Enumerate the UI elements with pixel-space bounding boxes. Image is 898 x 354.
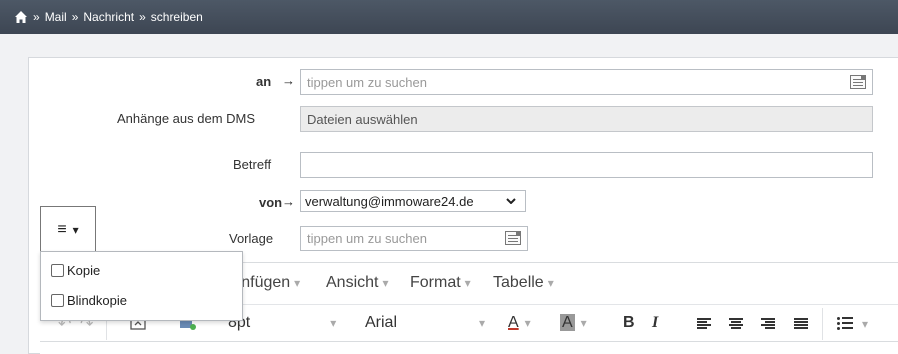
breadcrumb: » Mail » Nachricht » schreiben	[14, 9, 203, 25]
hamburger-icon: ≡	[57, 221, 67, 238]
menu-format[interactable]: Format ▾	[410, 274, 471, 292]
to-input[interactable]: tippen um zu suchen	[300, 69, 873, 95]
template-input[interactable]: tippen um zu suchen	[300, 226, 528, 251]
editor-body[interactable]	[40, 342, 898, 354]
attachments-select-button[interactable]: Dateien auswählen	[300, 106, 873, 132]
template-label: Vorlage	[229, 231, 274, 246]
address-book-icon[interactable]	[850, 75, 866, 89]
breadcrumb-separator: »	[139, 10, 146, 24]
to-input-placeholder: tippen um zu suchen	[307, 74, 427, 90]
cc-toggle-button[interactable]: ≡ ▾	[40, 206, 96, 254]
align-right-icon[interactable]	[761, 318, 775, 330]
to-arrow-icon: →	[282, 73, 295, 88]
text-color-button[interactable]: A ▾	[508, 314, 531, 332]
attachments-select-label: Dateien auswählen	[307, 111, 418, 127]
breadcrumb-separator: »	[33, 10, 40, 24]
home-icon[interactable]	[14, 10, 28, 24]
breadcrumb-separator: »	[71, 10, 79, 24]
menu-tabelle[interactable]: Tabelle ▾	[493, 274, 554, 292]
cc-dropdown-menu: Kopie Blindkopie	[40, 251, 243, 321]
font-size-select[interactable]: 8pt ▾	[228, 314, 336, 332]
from-select-value: verwaltung@immoware24.de	[305, 193, 474, 209]
background-color-button[interactable]: A ▾	[560, 314, 587, 332]
blindkopie-label: Blindkopie	[67, 293, 127, 308]
kopie-checkbox[interactable]	[51, 264, 64, 277]
align-center-icon[interactable]	[729, 318, 743, 330]
to-label: an	[256, 74, 272, 89]
menu-ansicht[interactable]: Ansicht ▾	[326, 274, 389, 292]
subject-input[interactable]	[300, 152, 873, 178]
bold-button[interactable]: B	[623, 314, 635, 332]
menu-item-blindkopie[interactable]: Blindkopie	[51, 293, 127, 308]
kopie-label: Kopie	[67, 263, 101, 278]
from-label: von	[259, 195, 283, 210]
template-placeholder: tippen um zu suchen	[307, 231, 427, 246]
from-arrow-icon: →	[282, 194, 295, 209]
attachments-label: Anhänge aus dem DMS	[117, 111, 256, 126]
breadcrumb-item-schreiben: schreiben	[150, 10, 203, 24]
italic-button[interactable]: I	[652, 314, 658, 332]
breadcrumb-item-mail[interactable]: Mail	[45, 10, 67, 24]
from-select[interactable]: verwaltung@immoware24.de	[300, 190, 526, 212]
blindkopie-checkbox[interactable]	[51, 294, 64, 307]
align-justify-icon[interactable]	[794, 318, 808, 330]
chevron-down-icon	[506, 198, 516, 204]
template-picker-icon[interactable]	[505, 231, 521, 245]
bullet-list-icon[interactable]	[837, 317, 853, 331]
caret-down-icon: ▾	[72, 223, 79, 237]
breadcrumb-item-nachricht[interactable]: Nachricht	[83, 10, 134, 24]
bullet-list-caret[interactable]: ▾	[862, 317, 868, 331]
toolbar-divider	[822, 308, 823, 340]
align-left-icon[interactable]	[697, 318, 711, 330]
top-bar: » Mail » Nachricht » schreiben	[0, 0, 898, 34]
menu-item-kopie[interactable]: Kopie	[51, 263, 100, 278]
font-family-select[interactable]: Arial ▾	[365, 314, 485, 332]
subject-label: Betreff	[233, 157, 272, 172]
